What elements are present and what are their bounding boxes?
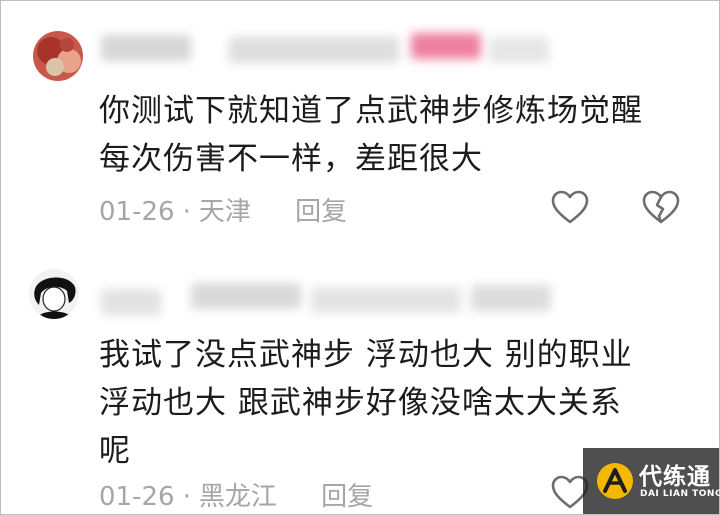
comment-item: 你测试下就知道了点武神步修炼场觉醒 每次伤害不一样，差距很大 01-26 · 天津 …: [1, 1, 719, 251]
dailiantong-logo-icon: [595, 461, 635, 501]
comment-location: 天津: [198, 197, 251, 227]
watermark-subtitle: DAI LIAN TONG: [640, 489, 720, 499]
watermark-badge: 代练通 DAI LIAN TONG: [583, 448, 720, 514]
dislike-broken-heart-icon[interactable]: [641, 188, 681, 228]
comment-meta: 01-26 · 天津 回复: [99, 191, 347, 228]
meta-separator: ·: [182, 482, 191, 512]
like-heart-icon[interactable]: [550, 188, 590, 228]
reply-button[interactable]: 回复: [295, 191, 347, 228]
comment-list: 你测试下就知道了点武神步修炼场觉醒 每次伤害不一样，差距很大 01-26 · 天津 …: [0, 0, 720, 515]
comment-date: 01-26: [99, 197, 175, 227]
watermark-title: 代练通: [639, 464, 711, 490]
avatar[interactable]: [29, 269, 79, 319]
comment-meta: 01-26 · 黑龙江 回复: [99, 476, 373, 513]
reply-button[interactable]: 回复: [321, 476, 373, 513]
meta-separator: ·: [182, 197, 191, 227]
comment-date: 01-26: [99, 482, 175, 512]
avatar[interactable]: [33, 31, 83, 81]
comment-text: 你测试下就知道了点武神步修炼场觉醒 每次伤害不一样，差距很大: [99, 93, 643, 177]
comment-location: 黑龙江: [198, 482, 277, 512]
